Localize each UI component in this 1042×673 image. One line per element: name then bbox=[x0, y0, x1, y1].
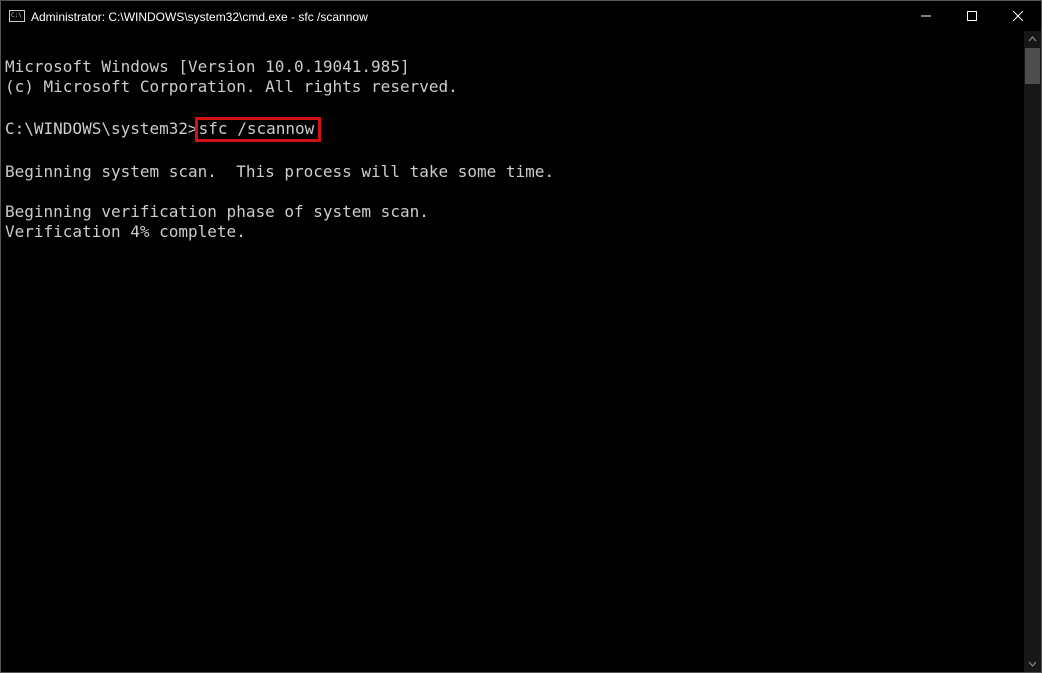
cmd-window: C:\ Administrator: C:\WINDOWS\system32\c… bbox=[0, 0, 1042, 673]
vertical-scrollbar[interactable] bbox=[1024, 31, 1041, 672]
minimize-button[interactable] bbox=[903, 1, 949, 31]
verify-begin-line: Beginning verification phase of system s… bbox=[5, 202, 429, 221]
copyright-line: (c) Microsoft Corporation. All rights re… bbox=[5, 77, 458, 96]
titlebar[interactable]: C:\ Administrator: C:\WINDOWS\system32\c… bbox=[1, 1, 1041, 31]
blank-line bbox=[5, 182, 15, 201]
prompt-line: C:\WINDOWS\system32>sfc /scannow bbox=[5, 119, 321, 138]
highlighted-command: sfc /scannow bbox=[195, 117, 322, 142]
console-output[interactable]: Microsoft Windows [Version 10.0.19041.98… bbox=[1, 31, 1024, 672]
version-line: Microsoft Windows [Version 10.0.19041.98… bbox=[5, 57, 410, 76]
blank-line bbox=[5, 142, 15, 161]
scroll-down-button[interactable] bbox=[1024, 655, 1041, 672]
client-area: Microsoft Windows [Version 10.0.19041.98… bbox=[1, 31, 1041, 672]
blank-line bbox=[5, 97, 15, 116]
close-button[interactable] bbox=[995, 1, 1041, 31]
scrollbar-thumb[interactable] bbox=[1025, 48, 1040, 84]
prompt-text: C:\WINDOWS\system32> bbox=[5, 119, 198, 138]
cmd-icon: C:\ bbox=[9, 8, 25, 24]
maximize-button[interactable] bbox=[949, 1, 995, 31]
verify-progress-line: Verification 4% complete. bbox=[5, 222, 246, 241]
window-title: Administrator: C:\WINDOWS\system32\cmd.e… bbox=[31, 9, 368, 24]
scrollbar-track[interactable] bbox=[1024, 48, 1041, 655]
scan-begin-line: Beginning system scan. This process will… bbox=[5, 162, 554, 181]
svg-text:C:\: C:\ bbox=[11, 12, 22, 19]
scroll-up-button[interactable] bbox=[1024, 31, 1041, 48]
